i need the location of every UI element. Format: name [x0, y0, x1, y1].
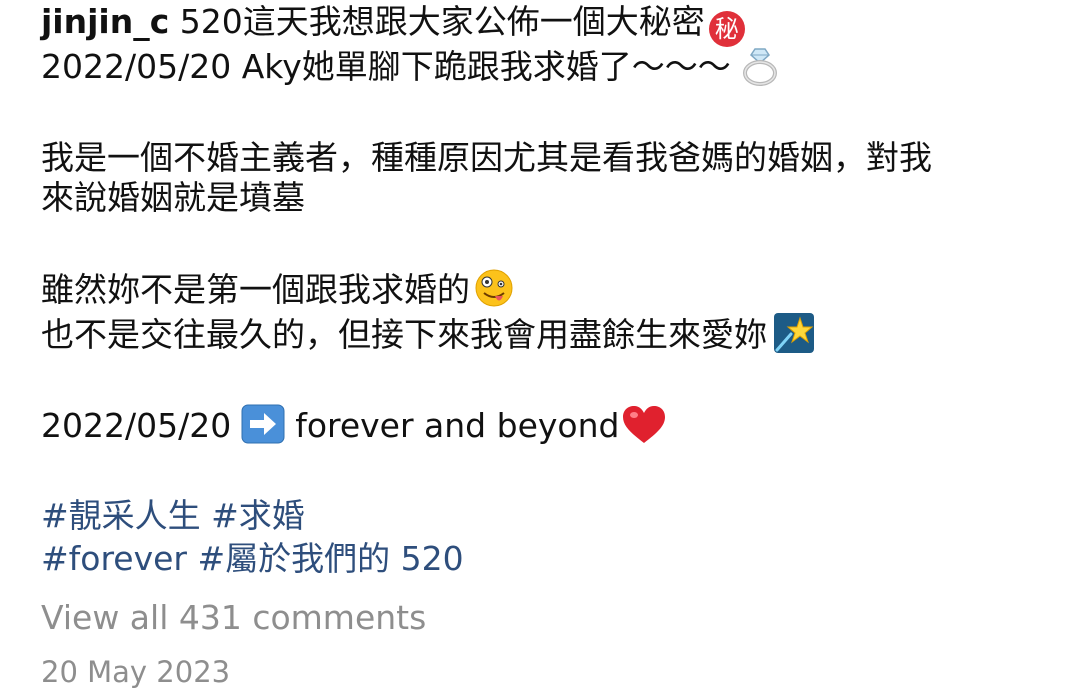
caption-text: 520這天我想跟大家公佈一個大秘密 [169, 2, 705, 41]
caption-text: 2022/05/20 Aky她單腳下跪跟我求婚了～～～ [41, 47, 731, 86]
username-link[interactable]: jinjin_c [41, 2, 169, 41]
caption-line-1: jinjin_c 520這天我想跟大家公佈一個大秘密秘 [41, 2, 745, 47]
hashtag-line-2[interactable]: #forever #屬於我們的 520 [41, 539, 464, 579]
caption-line-7: 2022/05/20 forever and beyond [41, 404, 667, 446]
ring-icon [735, 46, 781, 86]
view-all-comments-label[interactable]: View all 431 comments [41, 598, 426, 637]
caption-date: 2022/05/20 [41, 406, 232, 445]
hashtag-line-1[interactable]: #靚采人生 #求婚 [41, 496, 305, 536]
zany-face-icon [474, 268, 514, 308]
red-heart-icon [621, 404, 667, 446]
right-arrow-icon [241, 404, 285, 444]
caption-line-5: 雖然妳不是第一個跟我求婚的 [41, 268, 514, 310]
caption-line-3: 我是一個不婚主義者，種種原因尤其是看我爸媽的婚姻，對我 [41, 138, 932, 178]
secret-ideograph-icon: 秘 [708, 11, 745, 47]
timestamp-text: 20 May 2023 [41, 655, 231, 688]
post-timestamp: 20 May 2023 [41, 652, 230, 688]
view-all-comments-link[interactable]: View all 431 comments [41, 598, 426, 638]
caption-text: 雖然妳不是第一個跟我求婚的 [41, 270, 470, 309]
caption-text: 我是一個不婚主義者，種種原因尤其是看我爸媽的婚姻，對我 [41, 138, 932, 177]
caption-line-4: 來說婚姻就是墳墓 [41, 178, 305, 218]
shooting-star-icon [773, 312, 815, 354]
caption-text: 來說婚姻就是墳墓 [41, 178, 305, 217]
caption-text: forever and beyond [295, 406, 620, 445]
caption-text: 也不是交往最久的，但接下來我會用盡餘生來愛妳 [41, 315, 767, 354]
caption-line-2: 2022/05/20 Aky她單腳下跪跟我求婚了～～～ [41, 46, 781, 87]
caption-line-6: 也不是交往最久的，但接下來我會用盡餘生來愛妳 [41, 312, 815, 355]
hashtag-link[interactable]: #靚采人生 #求婚 [41, 496, 305, 535]
hashtag-link[interactable]: #forever #屬於我們的 520 [41, 539, 464, 578]
